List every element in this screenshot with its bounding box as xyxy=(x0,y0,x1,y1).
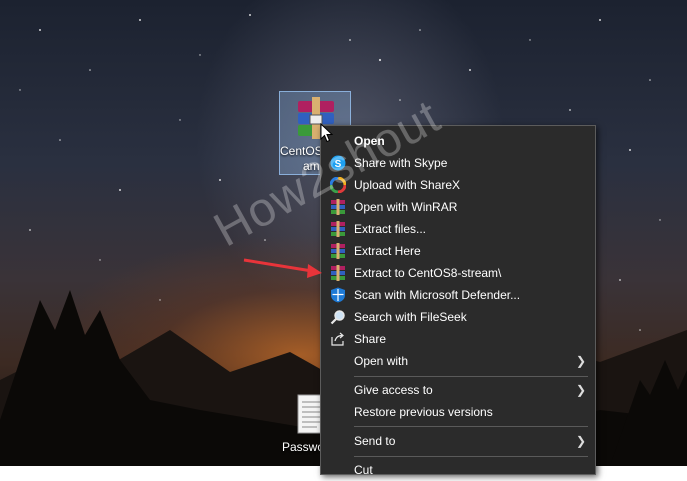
annotation-arrow xyxy=(243,258,322,278)
mouse-cursor-icon xyxy=(320,123,334,143)
